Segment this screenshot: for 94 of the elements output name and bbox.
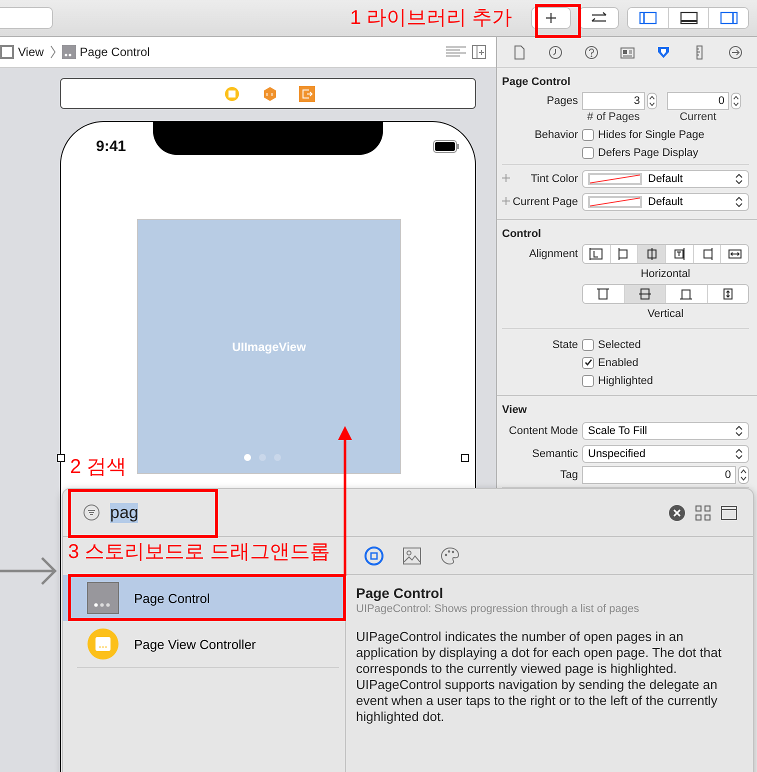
checkbox-label: Highlighted — [598, 374, 654, 386]
section-title: Control — [502, 228, 542, 240]
entry-arrow — [0, 556, 58, 586]
view-controller-icon — [87, 628, 119, 660]
page-control-icon — [87, 582, 119, 614]
checkbox[interactable] — [582, 128, 594, 140]
checkbox[interactable] — [582, 356, 594, 368]
highlight-frame — [535, 4, 581, 38]
resize-handle[interactable] — [461, 454, 469, 462]
library-tab[interactable] — [402, 546, 422, 566]
tag-field[interactable]: 0 — [582, 466, 736, 484]
library-item[interactable]: Page View Controller — [63, 621, 345, 667]
breadcrumb-item[interactable]: Page Control — [62, 45, 150, 59]
field-caption: # of Pages — [586, 110, 641, 122]
alignment-segment[interactable] — [706, 285, 748, 303]
checkbox-label: Hides for Single Page — [598, 128, 704, 140]
stepper[interactable] — [646, 92, 658, 110]
alignment-segment[interactable] — [624, 285, 665, 303]
default-color-swatch — [588, 196, 642, 208]
annotation-text: 1 라이브러리 추가 — [350, 8, 512, 28]
checkbox[interactable] — [582, 338, 594, 350]
annotation-text: 2 검색 — [70, 457, 127, 477]
detail-subtitle: UIPageControl: Shows progression through a list of pages — [356, 603, 640, 615]
number-field[interactable]: 0 — [666, 92, 730, 110]
inspector-tab[interactable] — [546, 44, 564, 60]
field-label: Semantic — [531, 448, 578, 460]
library-button[interactable] — [531, 7, 571, 29]
panel-icon — [639, 11, 657, 25]
field-label: State — [552, 338, 578, 350]
panel-toggle[interactable] — [708, 8, 748, 28]
alignment-icon — [726, 247, 744, 261]
status-time: 9:41 — [96, 138, 126, 155]
chevron-updown-icon — [735, 448, 743, 460]
detail-title: Page Control — [356, 585, 444, 601]
clock-icon — [546, 44, 564, 60]
field-label: Content Mode — [508, 425, 578, 437]
window-icon[interactable] — [721, 504, 737, 520]
detail-description: UIPageControl indicates the number of open pages in an application by displaying a dot for each open page. The dot that corresponds to the currently viewed page is highlighted. UIPageControl supports navigation by sending the delegate an event when a user taps to the right or to the left of the currently highlighted dot. — [356, 629, 722, 725]
inspector-tab[interactable] — [726, 44, 744, 60]
help-icon — [582, 44, 600, 60]
section-title: View — [502, 404, 528, 416]
page-control-icon — [62, 45, 76, 59]
color-popup[interactable]: Default — [582, 170, 749, 188]
content-mode-popup[interactable]: Scale To Fill — [582, 422, 749, 440]
inspector-tab[interactable] — [582, 44, 600, 60]
annotation-text: 3 스토리보드로 드래그앤드롭 — [68, 542, 330, 562]
checkbox[interactable] — [582, 374, 594, 386]
clear-icon[interactable] — [669, 504, 685, 520]
field-label: Tag — [559, 469, 578, 481]
semantic-popup[interactable]: Unspecified — [582, 445, 749, 463]
field-label: Tint Color — [530, 173, 578, 185]
add-editor-icon[interactable] — [472, 45, 486, 59]
checkbox-label: Selected — [598, 338, 641, 350]
image-view-label: UIImageView — [232, 340, 306, 354]
stepper[interactable] — [731, 92, 742, 110]
resize-handle[interactable] — [57, 454, 65, 462]
number-field[interactable]: 3 — [582, 92, 645, 110]
field-caption: Current — [678, 110, 718, 122]
square-in-circle-icon — [364, 546, 384, 566]
color-popup[interactable]: Default — [582, 193, 749, 211]
chevron-updown-icon — [735, 173, 743, 185]
field-label: Pages — [546, 95, 578, 107]
lines-icon[interactable] — [446, 46, 466, 58]
library-tab[interactable] — [440, 546, 460, 566]
section-title: Page Control — [502, 76, 572, 88]
scheme-field[interactable] — [0, 7, 53, 29]
segment-caption: Horizontal — [640, 268, 692, 280]
image-icon — [402, 546, 422, 566]
search-field[interactable]: pag — [110, 500, 659, 524]
alignment-segment[interactable] — [720, 245, 748, 263]
panel-icon — [720, 11, 738, 25]
palette-icon — [440, 546, 460, 566]
filter-icon — [83, 504, 100, 521]
stepper[interactable] — [738, 466, 749, 484]
alignment-segment[interactable] — [637, 245, 666, 263]
chevron-icon — [50, 45, 56, 59]
library-tab[interactable] — [364, 546, 384, 566]
chevron-updown-icon — [735, 196, 743, 208]
plus-icon — [545, 12, 557, 24]
checkbox-label: Enabled — [598, 356, 638, 368]
segment-caption: Vertical — [646, 308, 685, 320]
checkbox-label: Defers Page Display — [598, 146, 698, 158]
field-label: Behavior — [534, 128, 578, 140]
chevron-updown-icon — [735, 425, 743, 437]
default-color-swatch — [588, 173, 642, 185]
arrow-circle-icon — [726, 44, 744, 60]
breadcrumb-item[interactable]: View — [0, 45, 44, 59]
review-button[interactable] — [579, 7, 619, 29]
battery-icon — [433, 140, 459, 153]
field-label: Alignment — [528, 248, 578, 260]
panel-icon — [680, 11, 698, 25]
checkbox[interactable] — [582, 146, 594, 158]
grid-icon[interactable] — [695, 504, 711, 520]
field-label: Current Page — [512, 196, 578, 208]
